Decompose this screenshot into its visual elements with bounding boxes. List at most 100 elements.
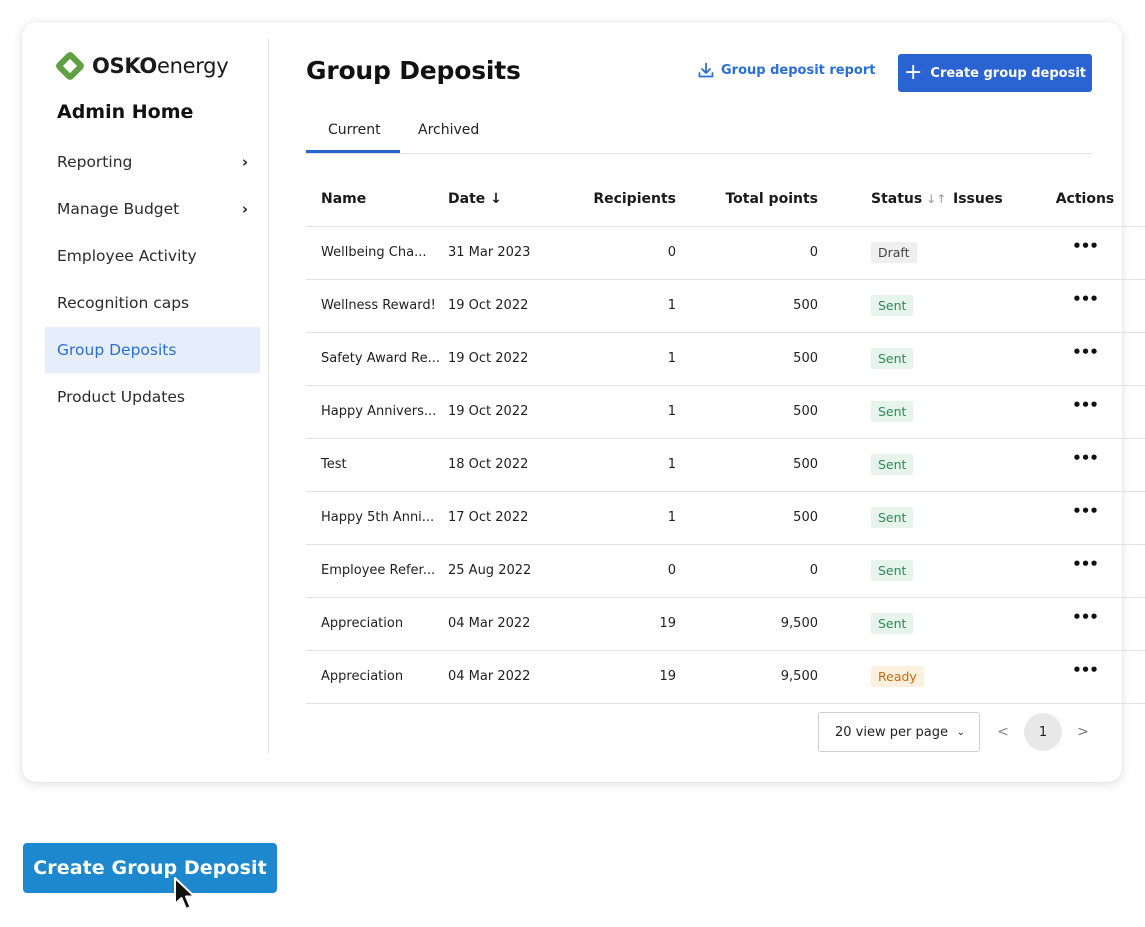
sidebar-item-label: Manage Budget: [57, 200, 180, 218]
sidebar-item-label: Recognition caps: [57, 294, 190, 312]
cell-total-points: 500: [676, 491, 818, 545]
more-actions-icon[interactable]: •••: [1072, 608, 1099, 626]
cell-actions: •••: [1025, 279, 1145, 333]
cell-date: 18 Oct 2022: [448, 438, 558, 492]
mouse-pointer-icon: [174, 877, 196, 910]
table-row[interactable]: Employee Refer... 25 Aug 2022 0 0 Sent •••: [306, 544, 1145, 598]
cell-recipients: 1: [558, 491, 676, 545]
more-actions-icon[interactable]: •••: [1072, 449, 1099, 467]
cell-name: Safety Award Re...: [306, 332, 448, 386]
sidebar-item-reporting[interactable]: Reporting ›: [45, 139, 260, 185]
next-page-button[interactable]: >: [1070, 724, 1096, 740]
cell-total-points: 9,500: [676, 597, 818, 651]
table-row[interactable]: Test 18 Oct 2022 1 500 Sent •••: [306, 438, 1145, 492]
cell-issues: [953, 544, 1025, 598]
cell-total-points: 500: [676, 385, 818, 439]
cell-name: Test: [306, 438, 448, 492]
more-actions-icon[interactable]: •••: [1072, 396, 1099, 414]
table-row[interactable]: Safety Award Re... 19 Oct 2022 1 500 Sent •••: [306, 332, 1145, 386]
cell-issues: [953, 650, 1025, 704]
column-header-status[interactable]: Status ↓↑: [818, 172, 953, 227]
table-row[interactable]: Appreciation 04 Mar 2022 19 9,500 Ready •••: [306, 650, 1145, 704]
table-header-row: Name Date ↓ Recipients Total points Stat…: [306, 172, 1145, 227]
sidebar-item-label: Reporting: [57, 153, 133, 171]
table-row[interactable]: Wellness Reward! 19 Oct 2022 1 500 Sent •••: [306, 279, 1145, 333]
per-page-select[interactable]: 20 view per page ⌄: [818, 712, 980, 752]
create-group-deposit-button[interactable]: + Create group deposit: [898, 54, 1092, 92]
column-header-date[interactable]: Date ↓: [448, 172, 558, 227]
cell-status: Sent: [818, 544, 953, 598]
column-header-recipients[interactable]: Recipients: [558, 172, 676, 227]
sidebar-nav: Reporting › Manage Budget › Employee Act…: [45, 139, 260, 421]
more-actions-icon[interactable]: •••: [1072, 343, 1099, 361]
sidebar-divider: [268, 38, 269, 754]
more-actions-icon[interactable]: •••: [1072, 555, 1099, 573]
download-icon: [698, 62, 714, 78]
cell-status: Ready: [818, 650, 953, 704]
status-badge: Ready: [871, 666, 924, 687]
group-deposits-table: Name Date ↓ Recipients Total points Stat…: [306, 172, 1145, 704]
sidebar-item-label: Employee Activity: [57, 247, 197, 265]
cell-status: Sent: [818, 332, 953, 386]
tab-current[interactable]: Current: [328, 122, 381, 138]
sidebar-item-employee-activity[interactable]: Employee Activity: [45, 233, 260, 279]
cell-status: Sent: [818, 491, 953, 545]
prev-page-button[interactable]: <: [990, 724, 1016, 740]
group-deposit-report-link[interactable]: Group deposit report: [698, 62, 875, 78]
cell-status: Sent: [818, 438, 953, 492]
status-badge: Sent: [871, 560, 914, 581]
column-header-total-points[interactable]: Total points: [676, 172, 818, 227]
cell-actions: •••: [1025, 385, 1145, 439]
status-badge: Sent: [871, 401, 914, 422]
create-group-deposit-cta[interactable]: Create Group Deposit: [23, 843, 277, 893]
column-header-name[interactable]: Name: [306, 172, 448, 227]
cell-issues: [953, 438, 1025, 492]
cell-recipients: 19: [558, 650, 676, 704]
column-header-actions: Actions: [1025, 172, 1145, 227]
sidebar: OSKOenergy Admin Home Reporting › Manage…: [22, 22, 268, 782]
sidebar-item-product-updates[interactable]: Product Updates: [45, 374, 260, 420]
page-number-current[interactable]: 1: [1024, 713, 1062, 751]
table-row[interactable]: Wellbeing Cha... 31 Mar 2023 0 0 Draft •••: [306, 226, 1145, 280]
osko-diamond-icon: [54, 50, 86, 82]
cell-actions: •••: [1025, 597, 1145, 651]
cell-status: Sent: [818, 597, 953, 651]
status-badge: Sent: [871, 295, 914, 316]
sidebar-item-recognition-caps[interactable]: Recognition caps: [45, 280, 260, 326]
cell-total-points: 9,500: [676, 650, 818, 704]
cell-total-points: 0: [676, 226, 818, 280]
table-row[interactable]: Happy Annivers... 19 Oct 2022 1 500 Sent •••: [306, 385, 1145, 439]
cell-status: Draft: [818, 226, 953, 280]
cell-date: 19 Oct 2022: [448, 385, 558, 439]
group-deposits-card: OSKOenergy Admin Home Reporting › Manage…: [22, 22, 1145, 782]
brand-name: OSKOenergy: [92, 54, 229, 78]
cell-name: Wellbeing Cha...: [306, 226, 448, 280]
more-actions-icon[interactable]: •••: [1072, 237, 1099, 255]
pagination: 20 view per page ⌄ < 1 >: [818, 712, 1096, 752]
cell-total-points: 500: [676, 438, 818, 492]
more-actions-icon[interactable]: •••: [1072, 290, 1099, 308]
cell-date: 17 Oct 2022: [448, 491, 558, 545]
active-tab-indicator: [306, 150, 400, 153]
cell-actions: •••: [1025, 491, 1145, 545]
sidebar-item-group-deposits[interactable]: Group Deposits: [45, 327, 260, 373]
more-actions-icon[interactable]: •••: [1072, 661, 1099, 679]
cell-recipients: 19: [558, 597, 676, 651]
sort-icon[interactable]: ↓↑: [926, 192, 946, 206]
cell-name: Wellness Reward!: [306, 279, 448, 333]
cell-date: 04 Mar 2022: [448, 597, 558, 651]
create-button-label: Create group deposit: [930, 65, 1087, 81]
brand-logo[interactable]: OSKOenergy: [54, 46, 229, 86]
cell-recipients: 0: [558, 544, 676, 598]
column-header-issues: Issues: [953, 172, 1025, 227]
cell-total-points: 500: [676, 279, 818, 333]
cell-name: Appreciation: [306, 597, 448, 651]
table-row[interactable]: Happy 5th Anni... 17 Oct 2022 1 500 Sent •••: [306, 491, 1145, 545]
more-actions-icon[interactable]: •••: [1072, 502, 1099, 520]
sidebar-item-manage-budget[interactable]: Manage Budget ›: [45, 186, 260, 232]
cell-status: Sent: [818, 279, 953, 333]
table-row[interactable]: Appreciation 04 Mar 2022 19 9,500 Sent •••: [306, 597, 1145, 651]
chevron-down-icon: ⌄: [956, 726, 965, 738]
table-body: Wellbeing Cha... 31 Mar 2023 0 0 Draft ••• Wel…: [306, 226, 1145, 704]
tab-archived[interactable]: Archived: [418, 122, 479, 138]
